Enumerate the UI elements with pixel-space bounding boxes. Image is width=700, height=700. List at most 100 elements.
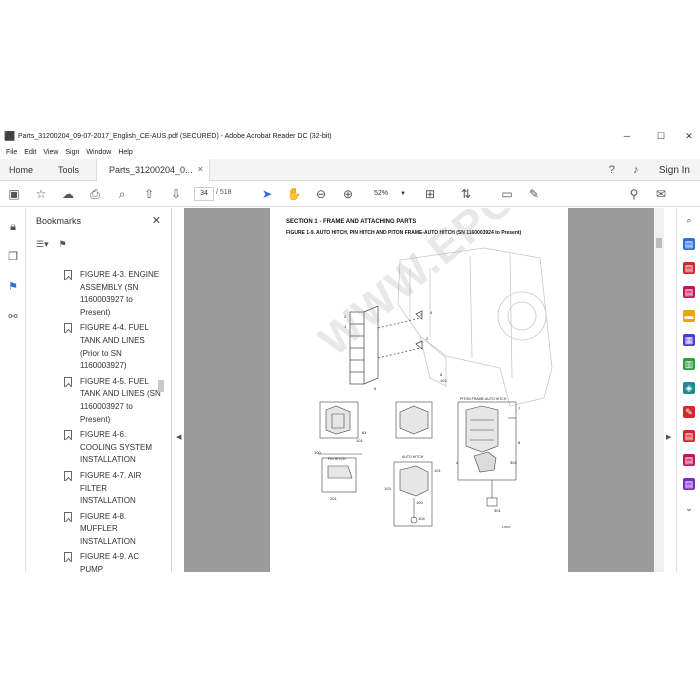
bookmark-icon: [64, 270, 72, 280]
callout-number: 101: [434, 468, 441, 473]
print-icon[interactable]: ⎙: [87, 186, 103, 202]
title-bar: ⬛ Parts_31200204_09-07-2017_English_CE-A…: [0, 127, 700, 145]
menu-window[interactable]: Window: [86, 149, 111, 156]
bookmark-icon: [64, 323, 72, 334]
document-scrollbar[interactable]: [654, 208, 664, 572]
pin-hitch-label: PIN HITCH: [328, 457, 346, 461]
bookmark-icon: [64, 430, 72, 441]
collapse-left-panel-icon[interactable]: ◀: [176, 433, 181, 441]
zoom-select[interactable]: 52% ▼: [368, 187, 408, 201]
callout-number: 2: [426, 336, 429, 341]
upload-cloud-icon[interactable]: ☁: [60, 186, 76, 202]
bookmark-label: FIGURE 4-7. AIR FILTER INSTALLATION: [80, 470, 142, 506]
bookmark-icon: [64, 470, 72, 481]
tabs-row: Home Tools Parts_31200204_0... × ? ♪ Sig…: [0, 159, 700, 181]
redact-icon[interactable]: ◈: [683, 382, 695, 394]
bookmark-item[interactable]: FIGURE 4-7. AIR FILTER INSTALLATION: [64, 470, 164, 508]
bookmark-star-icon[interactable]: ☆: [33, 186, 49, 202]
minimize-button[interactable]: ─: [612, 127, 642, 145]
zoom-in-icon[interactable]: ⊕: [340, 186, 356, 202]
bookmark-label: FIGURE 4-9. AC PUMP: [80, 552, 140, 572]
next-page-icon[interactable]: ⇩: [168, 186, 184, 202]
page-total-label: / 518: [216, 189, 232, 196]
send-for-signature-icon[interactable]: ▤: [683, 454, 695, 466]
pin-hitch-detail: [318, 401, 362, 493]
email-icon[interactable]: ✉: [653, 186, 669, 202]
new-bookmark-icon[interactable]: ⚑: [59, 239, 67, 253]
help-icon[interactable]: ?: [605, 163, 619, 177]
bookmark-label: FIGURE 4-3. ENGINE ASSEMBLY (SN 11600039…: [80, 270, 160, 317]
callout-number: 4: [456, 460, 459, 465]
edit-pdf-icon[interactable]: ▤: [683, 286, 695, 298]
create-pdf-icon[interactable]: ▤: [683, 262, 695, 274]
sign-in-button[interactable]: Sign In: [659, 165, 690, 176]
auto-hitch-label: AUTO HITCH: [402, 455, 424, 459]
combine-files-icon[interactable]: ▦: [683, 334, 695, 346]
callout-number: 3: [420, 312, 423, 317]
select-cursor-icon[interactable]: ➤: [259, 186, 275, 202]
callout-number: 8: [518, 440, 521, 445]
bookmarks-icon[interactable]: ⚑: [6, 280, 20, 294]
notification-bell-icon[interactable]: ♪: [629, 163, 643, 177]
bookmarks-list: FIGURE 4-3. ENGINE ASSEMBLY (SN 11600039…: [64, 269, 164, 572]
document-viewport: SECTION 1 - FRAME AND ATTACHING PARTS FI…: [184, 208, 654, 572]
callout-number: 104: [418, 516, 425, 521]
bookmark-label: FIGURE 4-5. FUEL TANK AND LINES (SN 1160…: [80, 376, 161, 424]
hand-tool-icon[interactable]: ✋: [286, 186, 302, 202]
bookmark-item[interactable]: FIGURE 4-8. MUFFLER INSTALLATION: [64, 511, 164, 549]
document-scroll-thumb[interactable]: [656, 238, 662, 248]
tabs-right-group: ? ♪ Sign In: [595, 159, 690, 181]
protect-icon[interactable]: ▤: [683, 430, 695, 442]
bookmarks-scroll-thumb[interactable]: [158, 380, 164, 392]
highlight-pen-icon[interactable]: ✎: [526, 186, 542, 202]
search-icon[interactable]: ⌕: [114, 186, 130, 202]
comment-tool-icon[interactable]: ▬: [683, 310, 695, 322]
lock-icon[interactable]: 🔒︎: [6, 220, 20, 234]
bookmark-item[interactable]: FIGURE 4-6. COOLING SYSTEM INSTALLATION: [64, 429, 164, 467]
tab-document-label: Parts_31200204_0...: [109, 165, 193, 175]
more-tools-icon[interactable]: ▤: [683, 478, 695, 490]
previous-page-icon[interactable]: ⇧: [141, 186, 157, 202]
bookmark-item[interactable]: FIGURE 4-3. ENGINE ASSEMBLY (SN 11600039…: [64, 269, 164, 319]
page-thumbnails-icon[interactable]: ❐: [6, 250, 20, 264]
comment-icon[interactable]: ▭: [499, 186, 515, 202]
tab-document[interactable]: Parts_31200204_0... ×: [96, 159, 210, 181]
close-window-button[interactable]: ✕: [674, 127, 700, 145]
bookmark-options-icon[interactable]: ☰▾: [36, 239, 49, 253]
bookmark-item[interactable]: FIGURE 4-9. AC PUMP: [64, 551, 164, 572]
search-tool-icon[interactable]: ⌕: [683, 214, 695, 226]
callout-number: 201: [330, 496, 337, 501]
right-tools-rail: ⌕ ▤ ▤ ▤ ▬ ▦ ▥ ◈ ✎ ▤ ▤ ▤ ⌄: [676, 208, 700, 572]
page-fit-icon[interactable]: ⊞: [422, 186, 438, 202]
collapse-right-panel-icon[interactable]: ▶: [666, 433, 671, 441]
callout-number: 101: [356, 438, 363, 443]
scrolling-mode-icon[interactable]: ⇅: [458, 186, 474, 202]
bookmarks-scrollbar[interactable]: [158, 208, 164, 478]
close-tab-button[interactable]: ×: [198, 164, 203, 174]
attachments-icon[interactable]: ⚯: [6, 310, 20, 324]
expand-tools-icon[interactable]: ⌄: [683, 502, 695, 514]
tab-home[interactable]: Home: [9, 165, 33, 175]
maximize-button[interactable]: ☐: [646, 127, 676, 145]
callout-number: 4: [430, 310, 433, 315]
share-link-icon[interactable]: ⚲: [626, 186, 642, 202]
callout-number: 5: [374, 386, 377, 391]
main-toolbar: ▣ ☆ ☁ ⎙ ⌕ ⇧ ⇩ 34 / 518 ➤ ✋ ⊖ ⊕ 52% ▼ ⊞ ⇅…: [0, 181, 700, 207]
menu-help[interactable]: Help: [118, 149, 132, 156]
page-number-input[interactable]: 34: [194, 187, 214, 201]
bookmark-item[interactable]: FIGURE 4-4. FUEL TANK AND LINES (Prior t…: [64, 322, 164, 372]
menu-view[interactable]: View: [43, 149, 58, 156]
left-navigation-rail: 🔒︎ ❐ ⚑ ⚯: [0, 208, 26, 572]
bookmark-icon: [64, 511, 72, 522]
tab-tools[interactable]: Tools: [58, 165, 79, 175]
menu-sign[interactable]: Sign: [65, 149, 79, 156]
organize-pages-icon[interactable]: ▥: [683, 358, 695, 370]
fill-sign-icon[interactable]: ✎: [683, 406, 695, 418]
auto-hitch-detail: [393, 401, 433, 527]
menu-file[interactable]: File: [6, 149, 17, 156]
menu-edit[interactable]: Edit: [24, 149, 36, 156]
export-pdf-icon[interactable]: ▤: [683, 238, 695, 250]
zoom-out-icon[interactable]: ⊖: [313, 186, 329, 202]
bookmark-item[interactable]: FIGURE 4-5. FUEL TANK AND LINES (SN 1160…: [64, 376, 164, 426]
save-icon[interactable]: ▣: [6, 186, 22, 202]
